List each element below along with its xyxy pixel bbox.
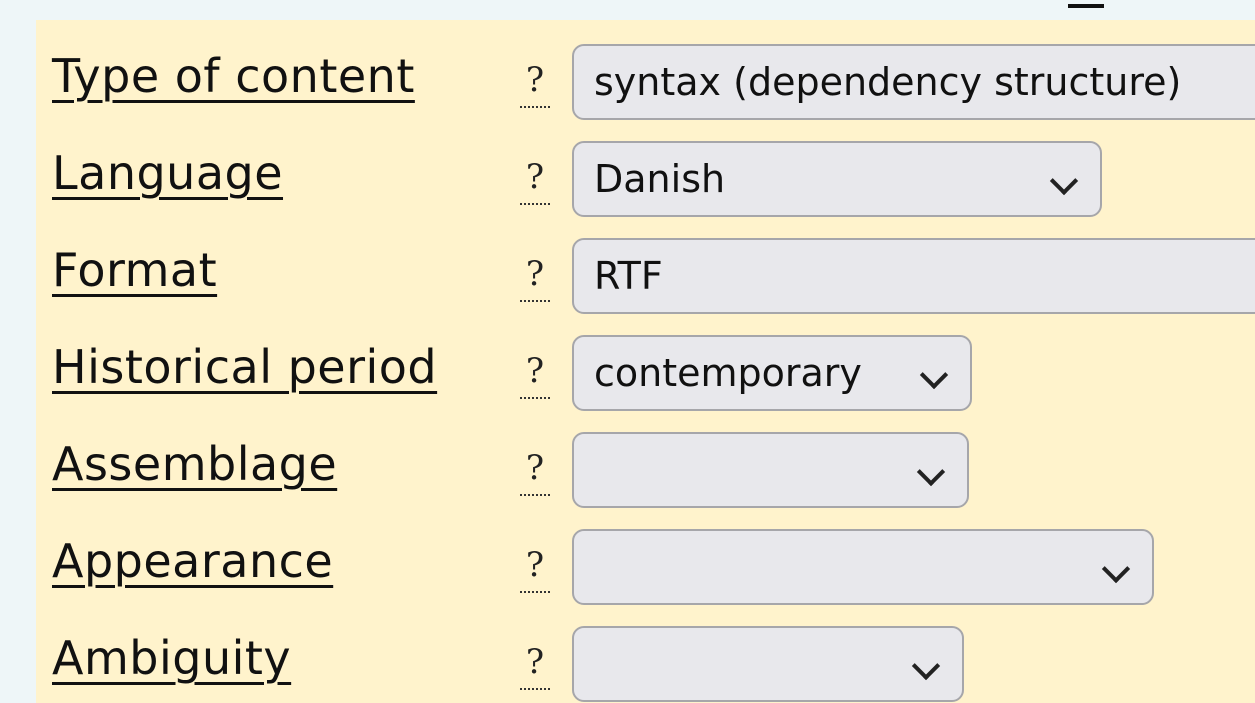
chevron-down-icon <box>919 360 949 390</box>
type-of-content-label[interactable]: Type of content <box>52 50 415 102</box>
question-mark-icon[interactable]: ? <box>520 545 550 593</box>
form-row-type-of-content: Type of content ? syntax (dependency str… <box>36 30 1255 120</box>
form-row-appearance: Appearance ? <box>36 515 1255 605</box>
format-label[interactable]: Format <box>52 244 217 296</box>
metadata-form: Type of content ? syntax (dependency str… <box>36 20 1255 703</box>
historical-period-label[interactable]: Historical period <box>52 341 437 393</box>
form-row-historical-period: Historical period ? contemporary <box>36 321 1255 411</box>
appearance-select[interactable] <box>572 529 1154 605</box>
historical-period-select[interactable]: contemporary <box>572 335 972 411</box>
ambiguity-label[interactable]: Ambiguity <box>52 632 291 684</box>
assemblage-label[interactable]: Assemblage <box>52 438 337 490</box>
chevron-down-icon <box>1101 554 1131 584</box>
chevron-down-icon <box>1049 166 1079 196</box>
chevron-down-icon <box>916 457 946 487</box>
question-mark-icon[interactable]: ? <box>520 642 550 690</box>
assemblage-select[interactable] <box>572 432 969 508</box>
historical-period-value: contemporary <box>594 351 862 395</box>
language-value: Danish <box>594 157 726 201</box>
chevron-down-icon <box>911 651 941 681</box>
form-row-format: Format ? RTF <box>36 224 1255 314</box>
appearance-label[interactable]: Appearance <box>52 535 333 587</box>
language-select[interactable]: Danish <box>572 141 1102 217</box>
form-row-assemblage: Assemblage ? <box>36 418 1255 508</box>
question-mark-icon[interactable]: ? <box>520 254 550 302</box>
ambiguity-select[interactable] <box>572 626 964 702</box>
decorative-underline-fragment <box>1068 4 1104 8</box>
question-mark-icon[interactable]: ? <box>520 351 550 399</box>
format-select[interactable]: RTF <box>572 238 1255 314</box>
format-value: RTF <box>594 254 663 298</box>
question-mark-icon[interactable]: ? <box>520 157 550 205</box>
question-mark-icon[interactable]: ? <box>520 448 550 496</box>
form-row-language: Language ? Danish <box>36 127 1255 217</box>
question-mark-icon[interactable]: ? <box>520 60 550 108</box>
type-of-content-value: syntax (dependency structure) <box>594 60 1182 104</box>
type-of-content-select[interactable]: syntax (dependency structure) <box>572 44 1255 120</box>
language-label[interactable]: Language <box>52 147 283 199</box>
form-row-ambiguity: Ambiguity ? <box>36 612 1255 702</box>
